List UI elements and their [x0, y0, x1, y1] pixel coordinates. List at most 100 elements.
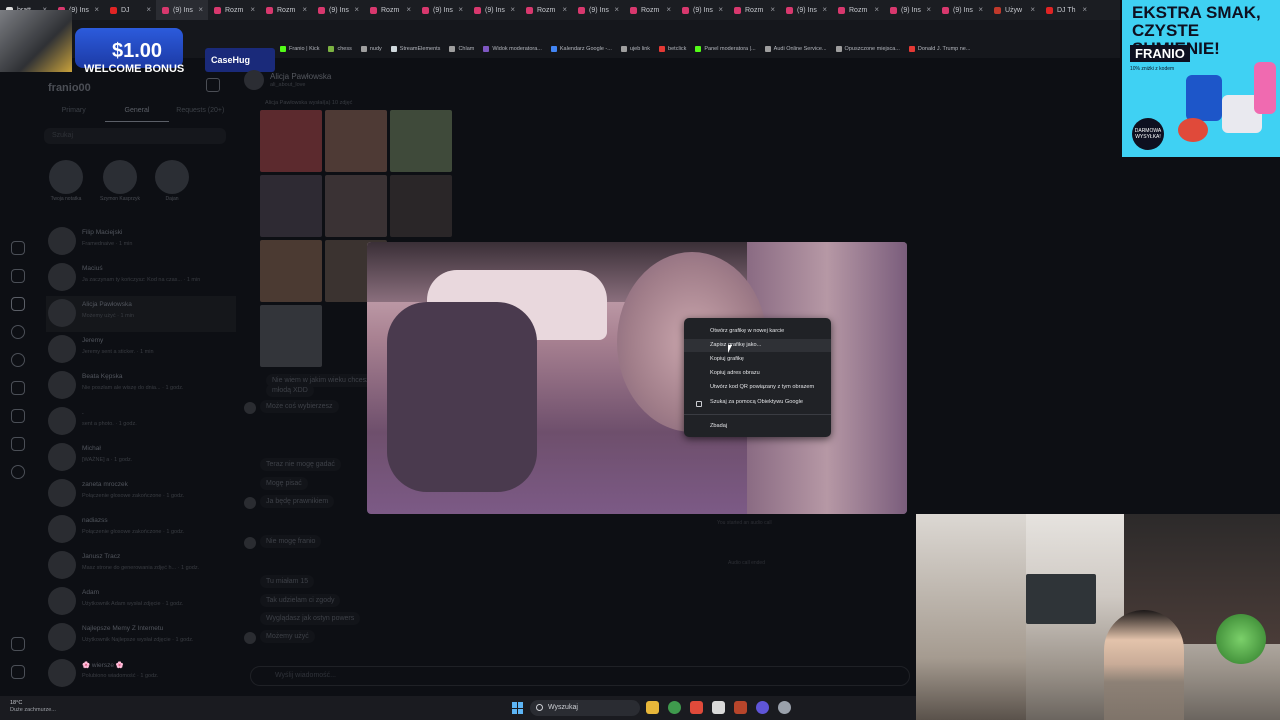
compose-icon[interactable] [206, 78, 220, 92]
bookmark-item[interactable]: StreamElements [390, 46, 440, 52]
browser-tab[interactable]: Rozm × [728, 0, 780, 20]
settings-icon[interactable] [778, 701, 791, 714]
start-icon[interactable] [512, 702, 524, 714]
bookmark-item[interactable]: Opuszczone miejsca... [835, 46, 900, 52]
bookmark-item[interactable]: ujeb link [620, 46, 650, 52]
bookmark-item[interactable]: Kalendarz Google -... [550, 46, 612, 52]
menu-icon[interactable] [11, 637, 25, 651]
profile-icon[interactable] [11, 465, 25, 479]
list-item[interactable]: nadiazss Połączenie głosowe zakończone · … [46, 512, 236, 548]
bookmark-item[interactable]: Donald J. Trump ne... [908, 46, 970, 52]
file-explorer-icon[interactable] [646, 701, 659, 714]
chrome-icon[interactable] [668, 701, 681, 714]
app-icon[interactable] [756, 701, 769, 714]
app-icon[interactable] [690, 701, 703, 714]
browser-tab[interactable]: (9) Ins × [884, 0, 936, 20]
close-icon[interactable]: × [562, 5, 567, 14]
menu-item-save-image-as[interactable]: Zapisz grafikę jako... [684, 339, 831, 352]
photo-thumbnail[interactable] [260, 110, 322, 172]
close-icon[interactable]: × [510, 5, 515, 14]
account-username[interactable]: franio00 [48, 82, 91, 94]
tab-primary[interactable]: Primary [42, 104, 105, 122]
create-icon[interactable] [11, 409, 25, 423]
meta-icon[interactable] [11, 665, 25, 679]
close-icon[interactable]: × [614, 5, 619, 14]
menu-item-search-google-lens[interactable]: Szukaj za pomocą Obiektywu Google [684, 396, 831, 409]
dashboard-icon[interactable] [11, 437, 25, 451]
close-icon[interactable]: × [926, 5, 931, 14]
app-icon[interactable] [712, 701, 725, 714]
photo-thumbnail[interactable] [325, 175, 387, 237]
browser-tab[interactable]: (9) Ins × [572, 0, 624, 20]
menu-item-copy-image-address[interactable]: Kopiuj adres obrazu [684, 367, 831, 380]
browser-tab[interactable]: Rozm × [624, 0, 676, 20]
bookmark-item[interactable]: Widok moderatora... [483, 46, 542, 52]
close-icon[interactable]: × [770, 5, 775, 14]
list-item[interactable]: zaneta mroczek Połączenie głosowe zakończ… [46, 476, 236, 512]
browser-tab[interactable]: Rozm × [832, 0, 884, 20]
bookmark-item[interactable]: betclick [659, 46, 686, 52]
reels-icon[interactable] [11, 269, 25, 283]
bookmark-item[interactable]: chess [328, 46, 352, 52]
menu-item-copy-image[interactable]: Kopiuj grafikę [684, 353, 831, 366]
browser-tab[interactable]: DJ Th × [1040, 0, 1092, 20]
list-item[interactable]: Filip Maciejski Framednaive · 1 min [46, 224, 236, 260]
list-item[interactable]: Jeremy Jeremy sent a sticker. · 1 min [46, 332, 236, 368]
browser-tab[interactable]: (9) Ins × [312, 0, 364, 20]
story-note[interactable]: Twoja notatka [44, 160, 88, 202]
browser-tab[interactable]: (9) Ins × [936, 0, 988, 20]
list-item[interactable]: Alicja Pawłowska Możemy użyć · 1 min [46, 296, 236, 332]
close-icon[interactable]: × [406, 5, 411, 14]
list-item[interactable]: . sent a photo. · 1 godz. [46, 404, 236, 440]
bookmark-item[interactable]: Chlam [449, 46, 474, 52]
photo-thumbnail[interactable] [260, 240, 322, 302]
close-icon[interactable]: × [458, 5, 463, 14]
story-note[interactable]: Szymon Kasprzyk [98, 160, 142, 202]
photo-thumbnail[interactable] [390, 110, 452, 172]
close-icon[interactable]: × [874, 5, 879, 14]
search-icon[interactable] [11, 325, 25, 339]
list-item[interactable]: Beata Kępska Nie poszłam ale wiszę do dni… [46, 368, 236, 404]
list-item[interactable]: Maciuś Ja zaczynam ty kończysz: Kod na cz… [46, 260, 236, 296]
promo-banner[interactable]: $1.00 WELCOME BONUS CaseHug [0, 10, 275, 75]
inbox-search-input[interactable]: Szukaj [44, 128, 226, 144]
list-item[interactable]: Michał [WAŻNE] a · 1 godz. [46, 440, 236, 476]
browser-tab[interactable]: (9) Ins × [780, 0, 832, 20]
bookmark-item[interactable]: Audi Online Service... [764, 46, 827, 52]
close-icon[interactable]: × [978, 5, 983, 14]
photo-thumbnail[interactable] [325, 110, 387, 172]
list-item[interactable]: 🌸 wiersze 🌸 Polubiono wiadomość · 1 godz. [46, 656, 236, 692]
bookmark-item[interactable]: Franio | Kick [280, 46, 319, 52]
story-note[interactable]: Dajan [150, 160, 194, 202]
browser-tab[interactable]: (9) Ins × [416, 0, 468, 20]
list-item[interactable]: Janusz Tracz Masz strone do generowania z… [46, 548, 236, 584]
bookmark-item[interactable]: Panel moderatora |... [695, 46, 756, 52]
browser-tab[interactable]: Rozm × [364, 0, 416, 20]
taskbar-search[interactable]: Wyszukaj [530, 700, 640, 716]
close-icon[interactable]: × [718, 5, 723, 14]
tab-requests[interactable]: Requests (20+) [169, 104, 232, 122]
photo-thumbnail[interactable] [260, 175, 322, 237]
bookmark-item[interactable]: nudy [360, 46, 382, 52]
browser-tab[interactable]: (9) Ins × [468, 0, 520, 20]
close-icon[interactable]: × [354, 5, 359, 14]
menu-item-inspect[interactable]: Zbadaj [684, 420, 831, 433]
photo-thumbnail[interactable] [390, 175, 452, 237]
menu-item-open-image-new-tab[interactable]: Otwórz grafikę w nowej karcie [684, 325, 831, 338]
notifications-icon[interactable] [11, 381, 25, 395]
home-icon[interactable] [11, 241, 25, 255]
browser-tab[interactable]: (9) Ins × [676, 0, 728, 20]
close-icon[interactable]: × [302, 5, 307, 14]
close-icon[interactable]: × [1030, 5, 1035, 14]
tab-general[interactable]: General [105, 104, 169, 122]
close-icon[interactable]: × [666, 5, 671, 14]
app-icon[interactable] [734, 701, 747, 714]
browser-tab[interactable]: Rozm × [520, 0, 572, 20]
close-icon[interactable]: × [1082, 5, 1087, 14]
browser-tab[interactable]: Używ × [988, 0, 1040, 20]
messages-icon[interactable] [11, 297, 25, 311]
list-item[interactable]: Najlepsze Memy Z Internetu Użytkownik Naj… [46, 620, 236, 656]
close-icon[interactable]: × [822, 5, 827, 14]
photo-thumbnail[interactable] [260, 305, 322, 367]
weather-widget[interactable]: 18°C Duże zachmurze... [10, 700, 56, 714]
